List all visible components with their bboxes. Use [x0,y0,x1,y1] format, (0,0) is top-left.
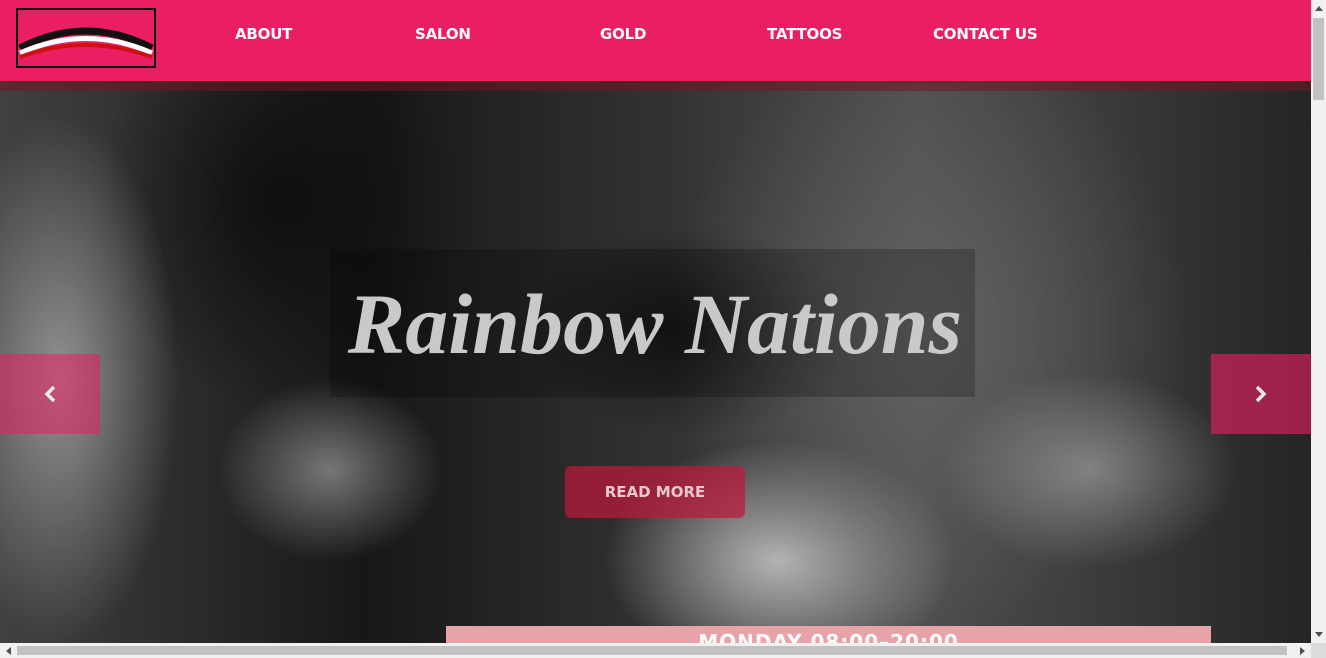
nav-link-salon[interactable]: SALON [415,24,471,44]
opening-hours-text: MONDAY 08:00–20:00 [698,630,959,643]
navbar-shadow-band [0,81,1311,91]
scrollbar-corner [1311,643,1326,658]
nav-link-about[interactable]: ABOUT [235,24,292,44]
vertical-scrollbar[interactable] [1311,0,1326,643]
horizontal-scrollbar[interactable] [0,643,1311,658]
read-more-button[interactable]: READ MORE [565,466,745,518]
scroll-down-arrow-icon[interactable] [1311,626,1326,643]
carousel-prev-button[interactable] [0,354,100,434]
nav-link-tattoos[interactable]: TATTOOS [767,24,842,44]
page-viewport: ABOUT SALON GOLD TATTOOS CONTACT US Rain… [0,0,1311,643]
scroll-right-arrow-icon[interactable] [1294,643,1311,658]
vertical-scroll-thumb[interactable] [1313,18,1324,100]
top-navbar: ABOUT SALON GOLD TATTOOS CONTACT US [0,0,1311,81]
opening-hours-banner: MONDAY 08:00–20:00 [446,626,1211,643]
scroll-left-arrow-icon[interactable] [0,643,17,658]
carousel-next-button[interactable] [1211,354,1311,434]
logo-arc-icon [18,27,154,59]
nav-link-gold[interactable]: GOLD [600,24,646,44]
chevron-right-icon [1255,385,1267,403]
chevron-left-icon [44,385,56,403]
horizontal-scroll-thumb[interactable] [17,646,1287,655]
site-logo[interactable] [16,8,156,68]
hero-title: Rainbow Nations [347,276,963,372]
scroll-up-arrow-icon[interactable] [1311,0,1326,17]
nav-link-contact-us[interactable]: CONTACT US [933,24,1038,44]
